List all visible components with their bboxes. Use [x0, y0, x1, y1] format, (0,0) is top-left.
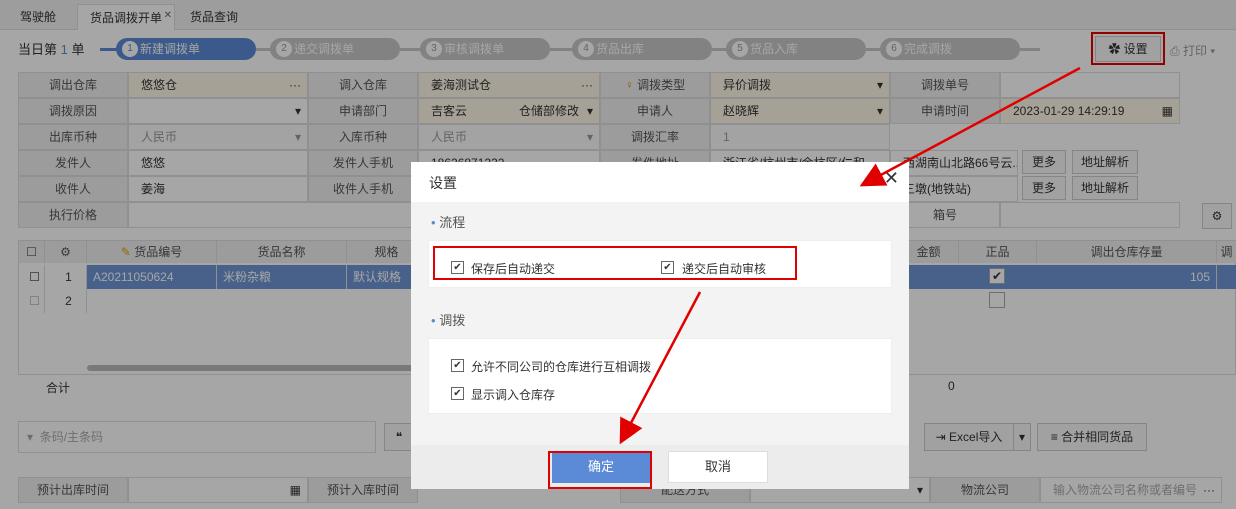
- arrow-to-dialog: [859, 66, 1081, 187]
- arrow-to-confirm: [619, 291, 702, 445]
- annotation-arrows: [619, 66, 1081, 445]
